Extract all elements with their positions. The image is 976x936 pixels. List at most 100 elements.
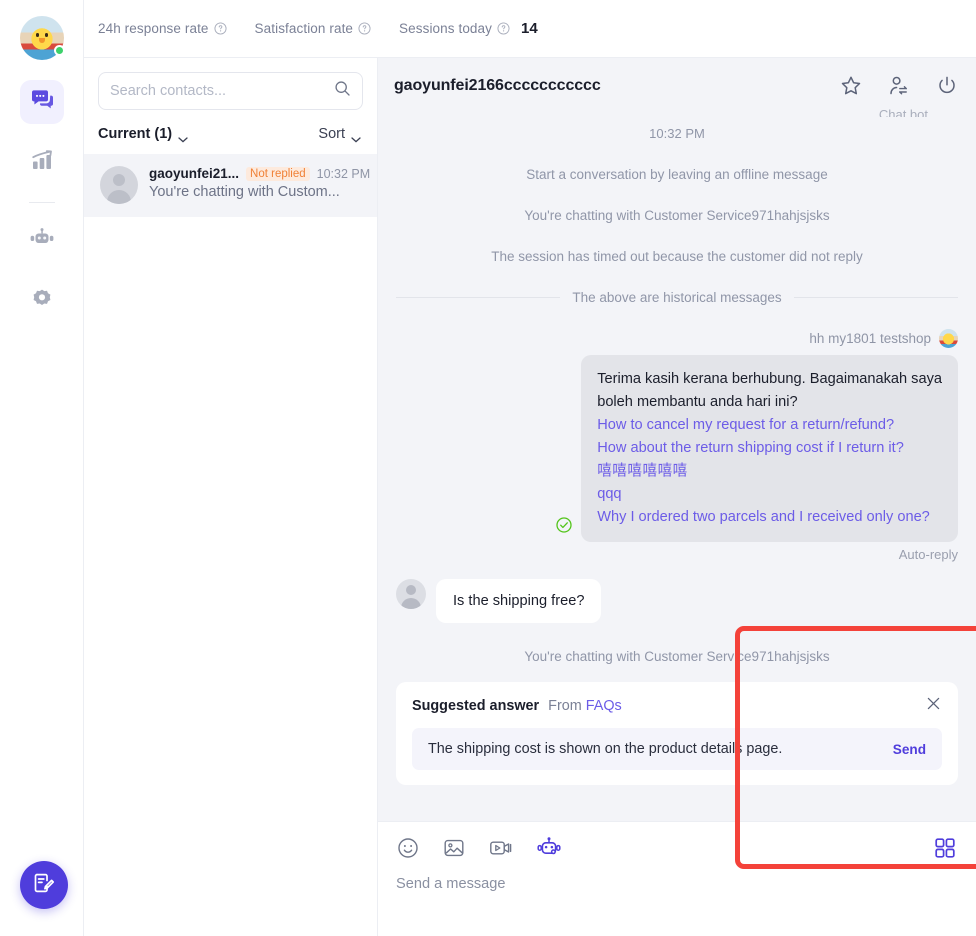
stat-label: Sessions today [399, 21, 493, 36]
message-timestamp: 10:32 PM [649, 126, 705, 141]
list-item-content: gaoyunfei21... Not replied 10:32 PM You'… [149, 166, 370, 200]
list-item-header: gaoyunfei21... Not replied 10:32 PM [149, 166, 370, 181]
stat-satisfaction-rate[interactable]: Satisfaction rate [255, 21, 372, 36]
avatar [939, 329, 958, 348]
message-input[interactable]: Send a message [396, 876, 956, 892]
compose-fab-button[interactable] [20, 861, 68, 909]
quick-reply-link[interactable]: 嘻嘻嘻嘻嘻嘻 [597, 460, 942, 483]
suggested-answer-body: The shipping cost is shown on the produc… [412, 728, 942, 770]
divider-line-left [396, 297, 561, 298]
stat-label: Satisfaction rate [254, 21, 354, 36]
historical-divider: The above are historical messages [396, 290, 959, 305]
faqs-link[interactable]: FAQs [586, 698, 622, 714]
bar-chart-icon [30, 149, 54, 176]
outgoing-message-row: Terima kasih kerana berhubung. Bagaimana… [396, 355, 958, 542]
check-circle-icon [556, 517, 572, 538]
avatar-beak [38, 38, 45, 43]
stats-topbar: 24h response rate Satisfaction rate Sess… [84, 0, 976, 58]
current-filter-dropdown[interactable]: Current (1) [98, 126, 188, 143]
left-nav-rail [0, 0, 84, 936]
stat-value: 14 [521, 20, 538, 37]
avatar-eye-right [44, 33, 48, 37]
avatar-head [113, 174, 125, 186]
robot-icon[interactable] [536, 836, 562, 860]
body-row: Current (1) Sort [84, 58, 976, 936]
video-camera-icon[interactable] [488, 836, 514, 860]
sidebar-item-chatbot[interactable] [20, 219, 64, 263]
app-root: 24h response rate Satisfaction rate Sess… [0, 0, 976, 936]
suggested-answer-source: From FAQs [548, 698, 622, 714]
suggested-answer-title: Suggested answer [412, 698, 540, 714]
brand-avatar[interactable] [19, 16, 65, 60]
online-status-dot [53, 45, 65, 56]
outgoing-message-meta: hh my1801 testshop [396, 329, 958, 348]
contact-time: 10:32 PM [316, 166, 371, 181]
greeting-line-1: Terima kasih kerana berhubung. Bagaimana… [597, 371, 942, 387]
filter-row: Current (1) Sort [84, 114, 377, 154]
stat-response-rate[interactable]: 24h response rate [98, 21, 227, 36]
system-message-offline: Start a conversation by leaving an offli… [526, 167, 828, 182]
incoming-message-bubble: Is the shipping free? [436, 579, 602, 623]
status-badge: Not replied [246, 166, 310, 181]
question-circle-icon[interactable] [497, 22, 510, 35]
message-composer: Send a message [378, 821, 976, 936]
system-message-chatting-with: You're chatting with Customer Service971… [524, 208, 830, 223]
smiley-icon[interactable] [396, 836, 420, 860]
stat-sessions-today[interactable]: Sessions today 14 [399, 20, 538, 37]
quick-reply-link[interactable]: How about the return shipping cost if I … [597, 437, 942, 460]
search-icon[interactable] [334, 80, 351, 102]
sidebar-item-conversations[interactable] [19, 80, 64, 124]
search-box[interactable] [98, 72, 363, 110]
person-placeholder-icon [396, 579, 426, 609]
incoming-message-row: Is the shipping free? [396, 579, 958, 623]
chat-header-actions [840, 75, 958, 97]
chat-bubble-icon [30, 89, 54, 116]
send-suggestion-button[interactable]: Send [893, 742, 926, 757]
contact-name: gaoyunfei21... [149, 166, 240, 181]
list-item[interactable]: gaoyunfei21... Not replied 10:32 PM You'… [84, 154, 377, 217]
sender-name: hh my1801 testshop [809, 331, 931, 346]
quick-reply-link[interactable]: Why I ordered two parcels and I received… [597, 506, 942, 529]
greeting-line-2: boleh membantu anda hari ini? [597, 394, 798, 410]
composer-toolbar [396, 836, 956, 860]
chevron-down-icon [178, 131, 188, 143]
robot-icon [29, 227, 55, 255]
avatar-body [107, 190, 131, 204]
power-icon[interactable] [936, 75, 958, 97]
quick-reply-link[interactable]: How to cancel my request for a return/re… [597, 414, 942, 437]
from-label: From [548, 698, 582, 714]
grid-icon[interactable] [934, 837, 956, 859]
outgoing-message-bubble: Terima kasih kerana berhubung. Bagaimana… [581, 355, 958, 542]
chevron-down-icon [351, 131, 361, 143]
quick-reply-link[interactable]: qqq [597, 483, 942, 506]
question-circle-icon[interactable] [213, 22, 227, 35]
system-message-timeout: The session has timed out because the cu… [491, 249, 863, 264]
star-icon[interactable] [840, 75, 862, 97]
person-placeholder-icon [100, 166, 138, 204]
close-icon[interactable] [925, 695, 942, 717]
search-input[interactable] [110, 83, 334, 99]
current-filter-label: Current (1) [98, 126, 173, 142]
stat-label: 24h response rate [98, 21, 209, 36]
page-title: gaoyunfei2166ccccccccccc [394, 77, 601, 94]
gear-icon [30, 287, 54, 316]
sort-label: Sort [318, 126, 345, 142]
avatar-eye-left [35, 33, 39, 37]
sidebar-item-settings[interactable] [20, 279, 64, 323]
sidebar-item-analytics[interactable] [20, 140, 64, 184]
transfer-user-icon[interactable] [888, 75, 910, 97]
compose-note-icon [32, 871, 56, 900]
search-wrapper [84, 58, 377, 110]
divider-line-right [793, 297, 959, 298]
sort-dropdown[interactable]: Sort [318, 126, 361, 143]
main-area: 24h response rate Satisfaction rate Sess… [84, 0, 976, 936]
chat-panel: gaoyunfei2166ccccccccccc Chat bot 10:32 … [378, 58, 976, 936]
chat-header: gaoyunfei2166ccccccccccc Chat bot [378, 58, 976, 117]
question-circle-icon[interactable] [358, 22, 371, 35]
nav-divider [28, 202, 55, 203]
divider-label: The above are historical messages [572, 290, 782, 305]
system-message-chatting-with-2: You're chatting with Customer Service971… [524, 649, 830, 664]
image-icon[interactable] [442, 836, 466, 860]
contacts-panel: Current (1) Sort [84, 58, 378, 936]
suggested-answer-header: Suggested answer From FAQs [412, 695, 942, 717]
